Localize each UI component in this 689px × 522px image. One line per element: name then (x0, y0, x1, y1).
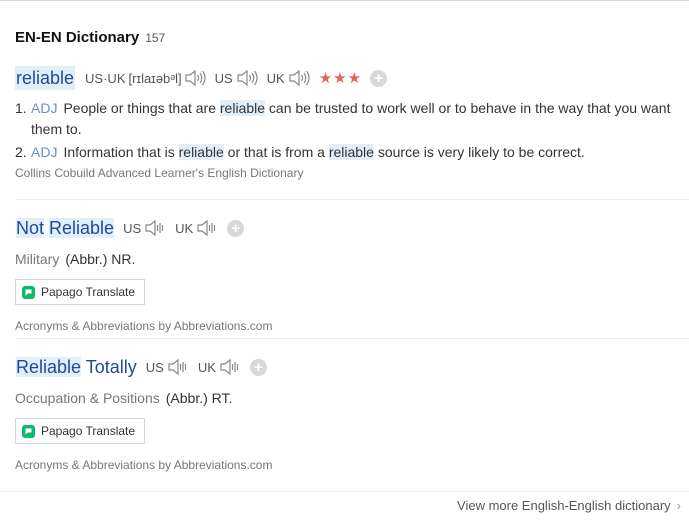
abbreviation: (Abbr.) NR. (65, 251, 136, 267)
speaker-icon[interactable] (236, 68, 258, 88)
text-segment: Information that is (63, 144, 179, 160)
field-row: Military (Abbr.) NR. (15, 251, 689, 267)
plus-icon[interactable]: + (370, 69, 388, 87)
part-of-speech: ADJ (31, 144, 58, 160)
section-header: EN-EN Dictionary 157 (15, 29, 165, 46)
part-of-speech: ADJ (31, 100, 58, 116)
pron-uk: UK (198, 357, 241, 377)
speaker-icon[interactable] (288, 68, 310, 88)
papago-translate-button[interactable]: Papago Translate (15, 279, 146, 305)
view-more-link[interactable]: View more English-English dictionary › (457, 498, 681, 513)
result-count: 157 (145, 31, 166, 45)
definition-text: ADJ Information that is reliable or that … (31, 142, 585, 163)
headword-segment: Totally (85, 357, 137, 377)
entry-reliable-totally: Reliable Totally US UK + Occupation & Po… (15, 355, 689, 472)
pron-us-uk: US·UK [rɪlaɪəbᵊl] (85, 68, 206, 88)
papago-label: Papago Translate (41, 285, 136, 299)
headword-segment: Not (16, 218, 45, 238)
pron-uk-label: UK (175, 220, 194, 236)
highlighted-word: reliable (178, 144, 224, 160)
divider (0, 491, 689, 492)
divider (15, 199, 689, 200)
papago-label: Papago Translate (41, 424, 136, 438)
headword-link[interactable]: reliable (15, 66, 76, 90)
pronunciations: US UK + (123, 218, 245, 238)
pron-uk-label: UK (266, 70, 285, 86)
pron-us-label: US (145, 359, 164, 375)
importance-stars: ★★★ (318, 70, 363, 87)
pron-us: US (215, 68, 258, 88)
divider (15, 338, 689, 339)
definition-item: 1. ADJ People or things that are reliable… (15, 98, 675, 140)
plus-icon[interactable]: + (249, 358, 267, 376)
headword-link[interactable]: Not Reliable (15, 216, 115, 240)
pronunciations: US·UK [rɪlaɪəbᵊl] US UK ★★★ + (85, 68, 388, 88)
pron-us-label: US (123, 220, 142, 236)
dictionary-source: Acronyms & Abbreviations by Abbreviation… (15, 319, 273, 333)
pron-us-label: US (214, 70, 233, 86)
section-title: EN-EN Dictionary (15, 29, 140, 46)
abbreviation: (Abbr.) RT. (165, 390, 233, 406)
pron-uk: UK (267, 68, 310, 88)
highlighted-word: reliable (328, 144, 374, 160)
pronunciations: US UK + (146, 357, 267, 377)
text-segment: source is very likely to be correct. (373, 144, 585, 160)
pron-us: US (123, 218, 166, 238)
definition-number: 2. (15, 144, 27, 160)
view-more-label: View more English-English dictionary (457, 498, 671, 513)
entry-not-reliable: Not Reliable US UK + Military (Abbr.) NR… (15, 216, 689, 333)
speaker-icon[interactable] (184, 68, 206, 88)
dictionary-source: Acronyms & Abbreviations by Abbreviation… (15, 458, 273, 472)
pron-us-uk-label: US·UK (85, 70, 126, 86)
entry-head: Not Reliable US UK + (15, 216, 689, 240)
entry-head: Reliable Totally US UK + (15, 355, 689, 379)
speaker-icon[interactable] (167, 357, 189, 377)
chevron-right-icon: › (676, 498, 681, 513)
headword-segment: Reliable (49, 218, 115, 238)
definition-list: 1. ADJ People or things that are reliable… (15, 98, 675, 163)
field-label: Military (15, 251, 60, 267)
top-divider (0, 0, 689, 1)
entry-reliable: reliable US·UK [rɪlaɪəbᵊl] US UK ★★★ + 1… (15, 66, 689, 180)
text-segment: People or things that are (63, 100, 220, 116)
papago-translate-button[interactable]: Papago Translate (15, 418, 146, 444)
speaker-icon[interactable] (219, 357, 241, 377)
field-row: Occupation & Positions (Abbr.) RT. (15, 390, 689, 406)
definition-item: 2. ADJ Information that is reliable or th… (15, 142, 675, 163)
papago-icon (22, 424, 35, 438)
speaker-icon[interactable] (144, 218, 166, 238)
definition-number: 1. (15, 100, 27, 116)
highlighted-word: reliable (219, 100, 266, 116)
text-segment: or that is from a (223, 144, 329, 160)
speaker-icon[interactable] (196, 218, 218, 238)
entry-head: reliable US·UK [rɪlaɪəbᵊl] US UK ★★★ + (15, 66, 689, 90)
pron-us: US (146, 357, 189, 377)
definition-text: ADJ People or things that are reliable ca… (31, 98, 675, 140)
phonetic: [rɪlaɪəbᵊl] (128, 70, 182, 86)
papago-icon (22, 285, 35, 299)
pron-uk-label: UK (197, 359, 216, 375)
pron-uk: UK (175, 218, 218, 238)
headword-link[interactable]: Reliable Totally (15, 355, 138, 379)
dictionary-source: Collins Cobuild Advanced Learner's Engli… (15, 166, 304, 180)
plus-icon[interactable]: + (227, 219, 245, 237)
field-label: Occupation & Positions (15, 390, 160, 406)
headword-segment: Reliable (16, 357, 82, 377)
